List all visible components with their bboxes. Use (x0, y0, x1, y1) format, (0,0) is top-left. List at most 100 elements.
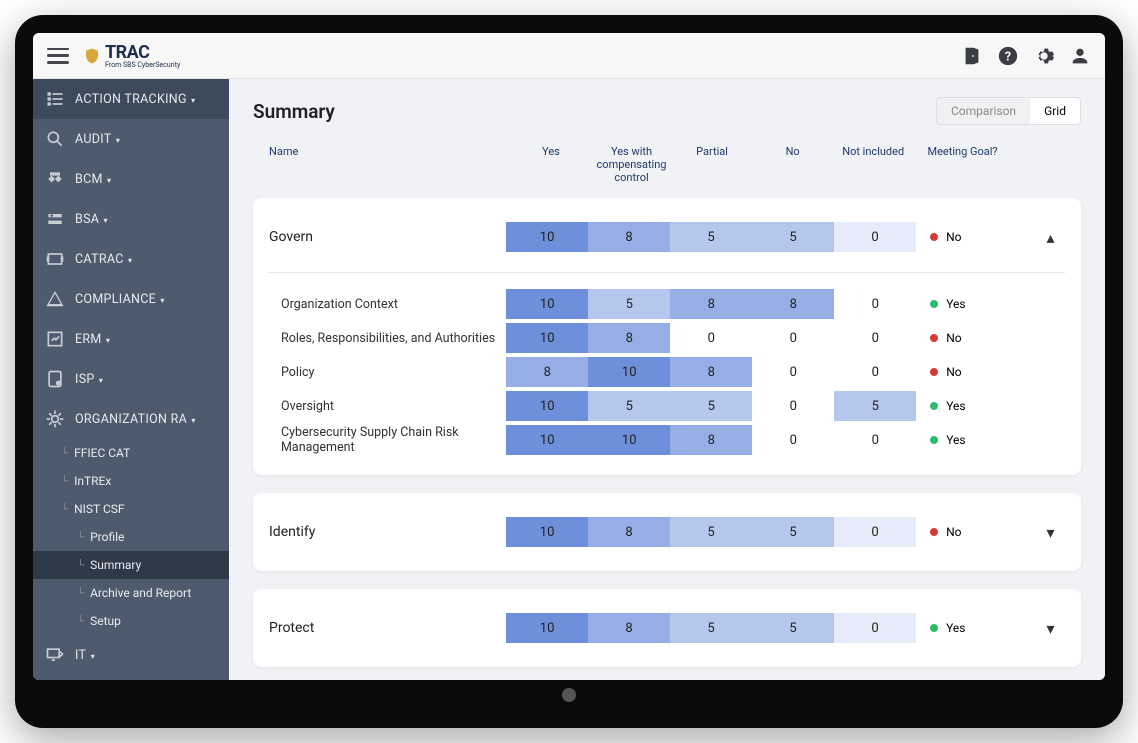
view-toggle: Comparison Grid (936, 97, 1081, 125)
nav-icon (45, 209, 65, 229)
user-icon[interactable] (1069, 45, 1091, 67)
expand-toggle[interactable]: ▴ (1036, 228, 1065, 247)
brand-name: TRAC (105, 42, 180, 63)
value-cell: 5 (670, 391, 752, 421)
main-content: Summary Comparison Grid Name Yes Yes wit… (229, 79, 1105, 680)
goal-text: No (946, 331, 961, 345)
nav-icon (45, 369, 65, 389)
sidebar-item-compliance[interactable]: COMPLIANCE ▾ (33, 279, 229, 319)
category-card: Protect 108550 Yes ▾ (253, 589, 1081, 667)
sub-row: Organization Context 105880 Yes (269, 287, 1065, 321)
status-dot-icon (930, 334, 938, 342)
sidebar-label: ACTION TRACKING (75, 92, 187, 107)
sidebar: ACTION TRACKING ▾ AUDIT ▾ BCM ▾ BSA ▾ CA… (33, 79, 229, 680)
status-dot-icon (930, 528, 938, 536)
sidebar-sub-summary[interactable]: └Summary (33, 551, 229, 579)
sidebar-sub-archive-and-report[interactable]: └Archive and Report (33, 579, 229, 607)
sub-name: Cybersecurity Supply Chain Risk Manageme… (269, 425, 506, 455)
value-cell: 8 (670, 289, 752, 319)
value-cell: 5 (670, 613, 752, 643)
value-cell: 5 (588, 391, 670, 421)
comparison-tab[interactable]: Comparison (937, 98, 1030, 124)
expand-toggle[interactable]: ▾ (1036, 523, 1065, 542)
meeting-goal: No (930, 331, 1036, 345)
sidebar-sub-nist-csf[interactable]: └NIST CSF (33, 495, 229, 523)
sidebar-item-label: COMPLIANCE ▾ (75, 292, 165, 307)
value-cell: 8 (588, 517, 670, 547)
sub-row: Cybersecurity Supply Chain Risk Manageme… (269, 423, 1065, 457)
goal-text: No (946, 525, 961, 539)
category-row: Govern 108550 No ▴ (269, 216, 1065, 258)
meeting-goal: Yes (930, 297, 1036, 311)
sidebar-item-label: FFIEC CAT (74, 446, 130, 460)
value-cell: 5 (588, 289, 670, 319)
value-cell: 0 (834, 613, 916, 643)
divider (269, 272, 1065, 273)
value-cell: 0 (752, 323, 834, 353)
category-name: Identify (269, 524, 506, 540)
sidebar-sub-profile[interactable]: └Profile (33, 523, 229, 551)
gear-icon[interactable] (1033, 45, 1055, 67)
help-icon[interactable]: ? (997, 45, 1019, 67)
list-icon (45, 89, 65, 109)
sub-name: Policy (269, 365, 506, 380)
sidebar-item-audit[interactable]: AUDIT ▾ (33, 119, 229, 159)
nav-icon (45, 249, 65, 269)
goal-text: Yes (946, 433, 965, 447)
tree-icon: └ (61, 476, 68, 487)
sub-row: Policy 810800 No (269, 355, 1065, 389)
nav-icon (45, 289, 65, 309)
sidebar-sub-setup[interactable]: └Setup (33, 607, 229, 635)
expand-toggle[interactable]: ▾ (1036, 619, 1065, 638)
sidebar-item-vendor[interactable]: VENDOR ▾ (33, 675, 229, 680)
sidebar-sub-intrex[interactable]: └ InTREx (33, 467, 229, 495)
sidebar-item-isp[interactable]: ISP ▾ (33, 359, 229, 399)
sidebar-item-catrac[interactable]: CATRAC ▾ (33, 239, 229, 279)
value-cell: 5 (834, 391, 916, 421)
status-dot-icon (930, 624, 938, 632)
nav-icon (45, 645, 65, 665)
sidebar-item-label: InTREx (74, 474, 111, 488)
col-no: No (752, 145, 833, 158)
value-cell: 10 (588, 357, 670, 387)
status-dot-icon (930, 300, 938, 308)
value-cell: 0 (834, 517, 916, 547)
sidebar-item-label: ISP ▾ (75, 372, 103, 387)
sidebar-sub-ffiec-cat[interactable]: └FFIEC CAT (33, 439, 229, 467)
value-cell: 8 (588, 222, 670, 252)
status-dot-icon (930, 233, 938, 241)
sidebar-item-bcm[interactable]: BCM ▾ (33, 159, 229, 199)
value-cell: 0 (834, 425, 916, 455)
meeting-goal: Yes (930, 399, 1036, 413)
value-cell: 5 (670, 517, 752, 547)
goal-text: Yes (946, 621, 965, 635)
goal-text: No (946, 365, 961, 379)
goal-text: Yes (946, 399, 965, 413)
status-dot-icon (930, 402, 938, 410)
value-cell: 0 (834, 357, 916, 387)
sidebar-item-bsa[interactable]: BSA ▾ (33, 199, 229, 239)
tree-icon: └ (77, 532, 84, 543)
grid-tab[interactable]: Grid (1030, 98, 1080, 124)
value-cell: 10 (506, 289, 588, 319)
value-cell: 10 (588, 425, 670, 455)
sidebar-item-it[interactable]: IT ▾ (33, 635, 229, 675)
sidebar-item-organization-ra[interactable]: ORGANIZATION RA ▾ (33, 399, 229, 439)
sidebar-item-action-tracking[interactable]: ACTION TRACKING ▾ (33, 79, 229, 119)
sidebar-item-erm[interactable]: ERM ▾ (33, 319, 229, 359)
brand-sub: From SBS CyberSecurity (105, 61, 180, 69)
logo[interactable]: TRAC From SBS CyberSecurity (83, 42, 180, 69)
value-cell: 0 (834, 222, 916, 252)
status-dot-icon (930, 436, 938, 444)
door-icon[interactable] (961, 45, 983, 67)
col-yeswith: Yes with compensating control (591, 145, 672, 184)
value-cell: 5 (752, 613, 834, 643)
col-notincl: Not included (833, 145, 914, 158)
category-card: Identify 108550 No ▾ (253, 493, 1081, 571)
svg-text:?: ? (1005, 49, 1011, 64)
category-name: Govern (269, 229, 506, 245)
meeting-goal: Yes (930, 621, 1036, 635)
menu-icon[interactable] (47, 48, 69, 64)
sub-row: Oversight 105505 Yes (269, 389, 1065, 423)
category-card: Govern 108550 No ▴ Organization Context … (253, 198, 1081, 475)
